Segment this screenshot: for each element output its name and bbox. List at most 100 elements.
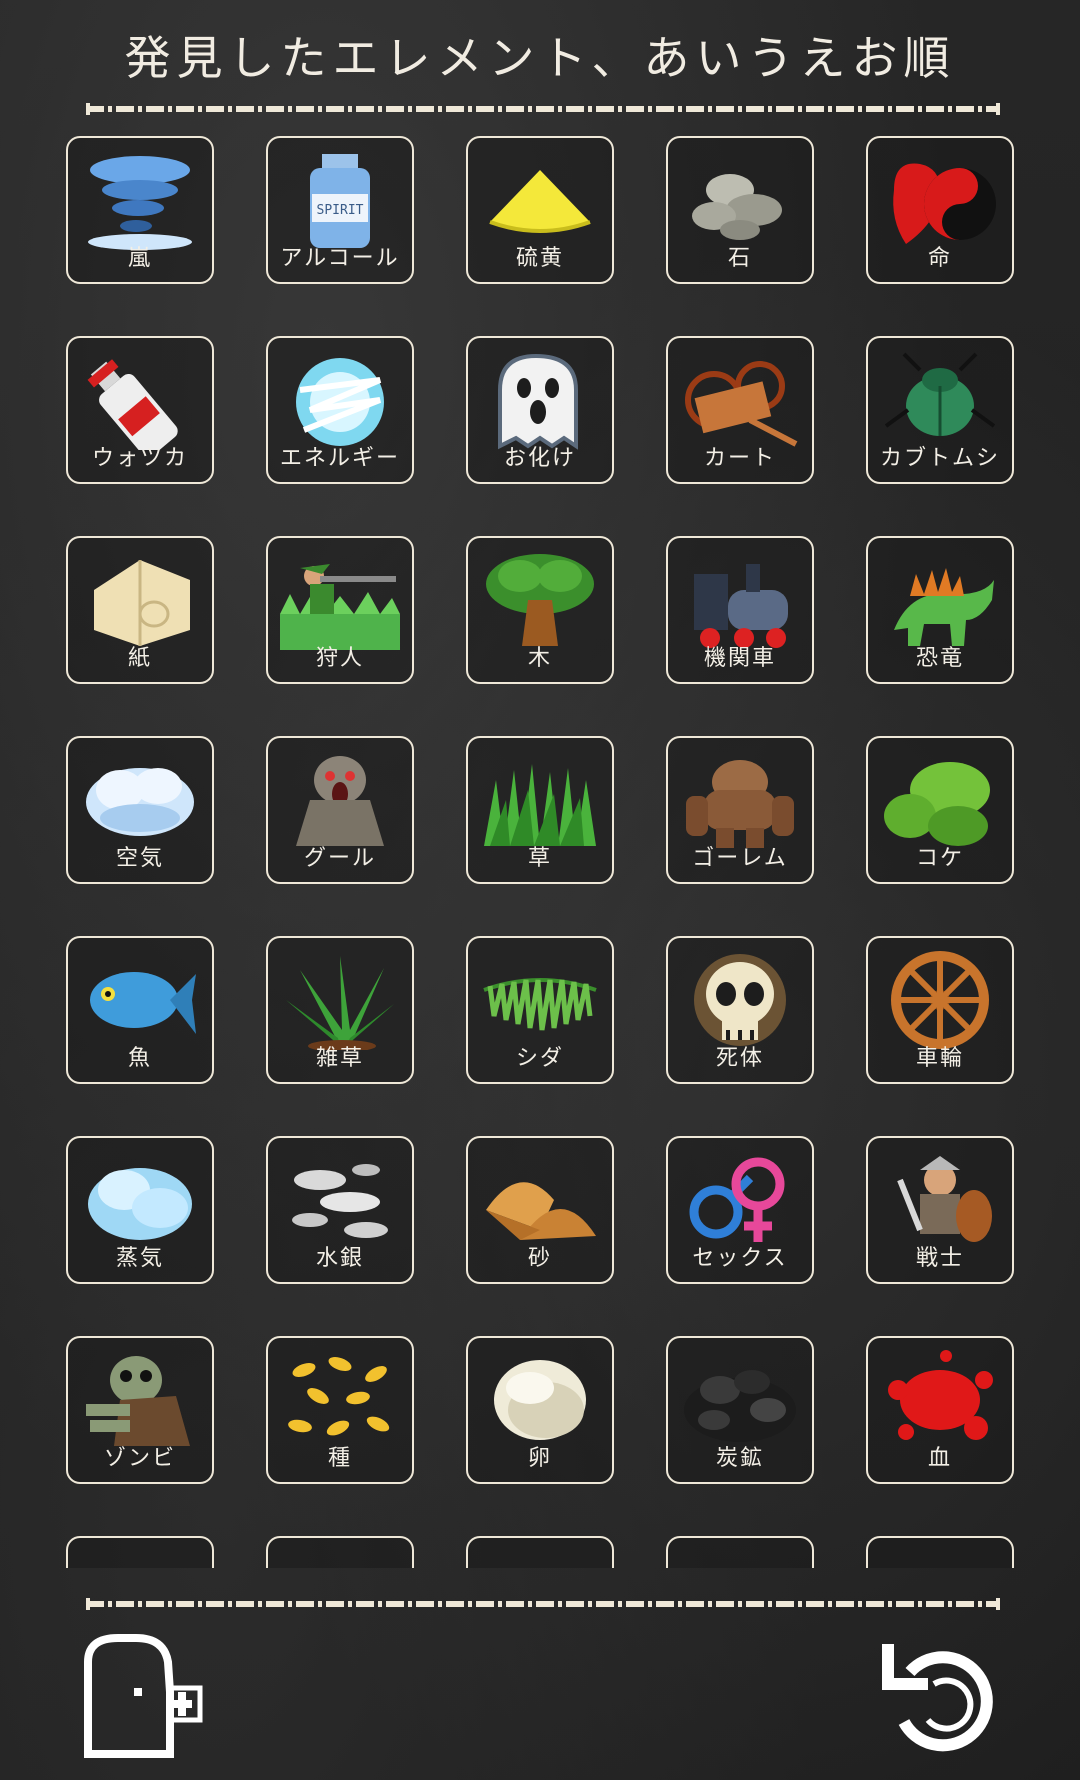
- element-tile[interactable]: セックス: [666, 1136, 814, 1284]
- element-tile[interactable]: 砂: [466, 1136, 614, 1284]
- element-tile[interactable]: 木: [466, 536, 614, 684]
- element-label: 硫黄: [515, 246, 564, 271]
- element-tile[interactable]: 炭鉱: [666, 1336, 814, 1484]
- element-tile[interactable]: 蒸気: [66, 1136, 214, 1284]
- ghost-add-icon: [84, 1634, 203, 1758]
- element-tile[interactable]: 紙: [66, 536, 214, 684]
- partial-icon: [80, 1550, 200, 1568]
- element-tile[interactable]: 草: [466, 736, 614, 884]
- element-tile[interactable]: グール: [266, 736, 414, 884]
- element-tile[interactable]: カート: [666, 336, 814, 484]
- element-tile[interactable]: 卵: [466, 1336, 614, 1484]
- warrior-icon: [897, 1156, 992, 1242]
- gender-symbols-icon: [689, 1157, 785, 1242]
- element-tile[interactable]: 車輪: [866, 936, 1014, 1084]
- mercury-icon: [292, 1164, 388, 1238]
- element-tile[interactable]: コケ: [866, 736, 1014, 884]
- element-label: エネルギー: [279, 446, 400, 471]
- partial-icon: [680, 1550, 800, 1568]
- seeds-icon: [288, 1357, 390, 1436]
- element-label: 卵: [527, 1446, 552, 1471]
- element-label: 草: [527, 846, 552, 871]
- undo-icon: [882, 1644, 993, 1752]
- skull-icon: [694, 954, 786, 1046]
- vodka-icon: [87, 359, 178, 450]
- element-tile[interactable]: 空気: [66, 736, 214, 884]
- element-tile[interactable]: 嵐: [66, 136, 214, 284]
- blood-icon: [888, 1350, 993, 1440]
- element-tile[interactable]: 恐竜: [866, 536, 1014, 684]
- element-tile[interactable]: お化け: [466, 336, 614, 484]
- element-label: 蒸気: [115, 1246, 164, 1271]
- element-tile[interactable]: 命: [866, 136, 1014, 284]
- element-label: アルコール: [280, 246, 400, 271]
- element-tile[interactable]: カブトムシ: [866, 336, 1014, 484]
- element-tile[interactable]: ウォツカ: [66, 336, 214, 484]
- partial-icon: [880, 1550, 1000, 1568]
- element-tile[interactable]: [866, 1536, 1014, 1568]
- coal-icon: [684, 1370, 796, 1442]
- life-icon: [893, 163, 996, 244]
- bottom-bar: [0, 1612, 1080, 1780]
- element-tile[interactable]: 種: [266, 1336, 414, 1484]
- element-tile[interactable]: エネルギー: [266, 336, 414, 484]
- ghoul-icon: [296, 756, 384, 846]
- element-tile[interactable]: 魚: [66, 936, 214, 1084]
- element-label: 嵐: [127, 246, 152, 271]
- top-divider: [86, 103, 1000, 115]
- element-label: グール: [303, 846, 376, 871]
- fish-icon: [90, 972, 196, 1034]
- ghost-icon: [498, 353, 578, 450]
- element-tile[interactable]: ゾンビ: [66, 1336, 214, 1484]
- element-label: 雑草: [315, 1046, 364, 1071]
- hunter-icon: [280, 564, 400, 650]
- element-label: 魚: [127, 1046, 152, 1071]
- element-tile[interactable]: シダ: [466, 936, 614, 1084]
- element-tile[interactable]: 機関車: [666, 536, 814, 684]
- element-label: シダ: [515, 1046, 564, 1071]
- zombie-icon: [86, 1356, 190, 1446]
- element-label: 木: [527, 646, 552, 671]
- element-label: ゾンビ: [103, 1446, 176, 1471]
- element-label: 恐竜: [915, 646, 964, 671]
- elements-grid: 嵐 SPIRIT アルコール 硫黄 石 命ウォツカ エネルギー お化け カート カブトムシ紙 狩人 木…: [66, 136, 1016, 1568]
- cart-icon: [685, 361, 798, 447]
- locomotive-icon: [694, 564, 788, 648]
- stone-icon: [692, 174, 782, 240]
- element-tile[interactable]: 戦士: [866, 1136, 1014, 1284]
- sand-icon: [486, 1182, 596, 1240]
- element-label: 石: [727, 246, 752, 271]
- element-tile[interactable]: SPIRIT アルコール: [266, 136, 414, 284]
- sulfur-icon: [489, 170, 591, 233]
- element-tile[interactable]: [266, 1536, 414, 1568]
- element-tile[interactable]: 雑草: [266, 936, 414, 1084]
- storm-icon: [88, 156, 192, 250]
- element-label: お化け: [503, 446, 576, 471]
- element-label: ゴーレム: [692, 846, 788, 871]
- moss-icon: [884, 762, 990, 846]
- element-tile[interactable]: 硫黄: [466, 136, 614, 284]
- element-tile[interactable]: [466, 1536, 614, 1568]
- undo-button[interactable]: [880, 1632, 1010, 1762]
- element-label: 紙: [127, 646, 152, 671]
- page-title: 発見したエレメント、あいうえお順: [124, 31, 956, 85]
- partial-icon: [480, 1550, 600, 1568]
- partial-icon: [280, 1550, 400, 1568]
- element-label: 命: [927, 246, 952, 271]
- element-label: 車輪: [915, 1046, 964, 1071]
- element-label: ウォツカ: [91, 446, 188, 471]
- element-tile[interactable]: 血: [866, 1336, 1014, 1484]
- weed-icon: [286, 956, 394, 1050]
- element-label: 機関車: [703, 646, 776, 671]
- paper-icon: [94, 560, 190, 646]
- element-tile[interactable]: [666, 1536, 814, 1568]
- energy-icon: [296, 358, 384, 446]
- element-tile[interactable]: 石: [666, 136, 814, 284]
- elements-scroll-area[interactable]: 嵐 SPIRIT アルコール 硫黄 石 命ウォツカ エネルギー お化け カート カブトムシ紙 狩人 木…: [0, 136, 1080, 1568]
- element-tile[interactable]: 水銀: [266, 1136, 414, 1284]
- element-tile[interactable]: [66, 1536, 214, 1568]
- ghost-add-button[interactable]: [78, 1632, 208, 1762]
- element-tile[interactable]: 狩人: [266, 536, 414, 684]
- element-tile[interactable]: 死体: [666, 936, 814, 1084]
- element-tile[interactable]: ゴーレム: [666, 736, 814, 884]
